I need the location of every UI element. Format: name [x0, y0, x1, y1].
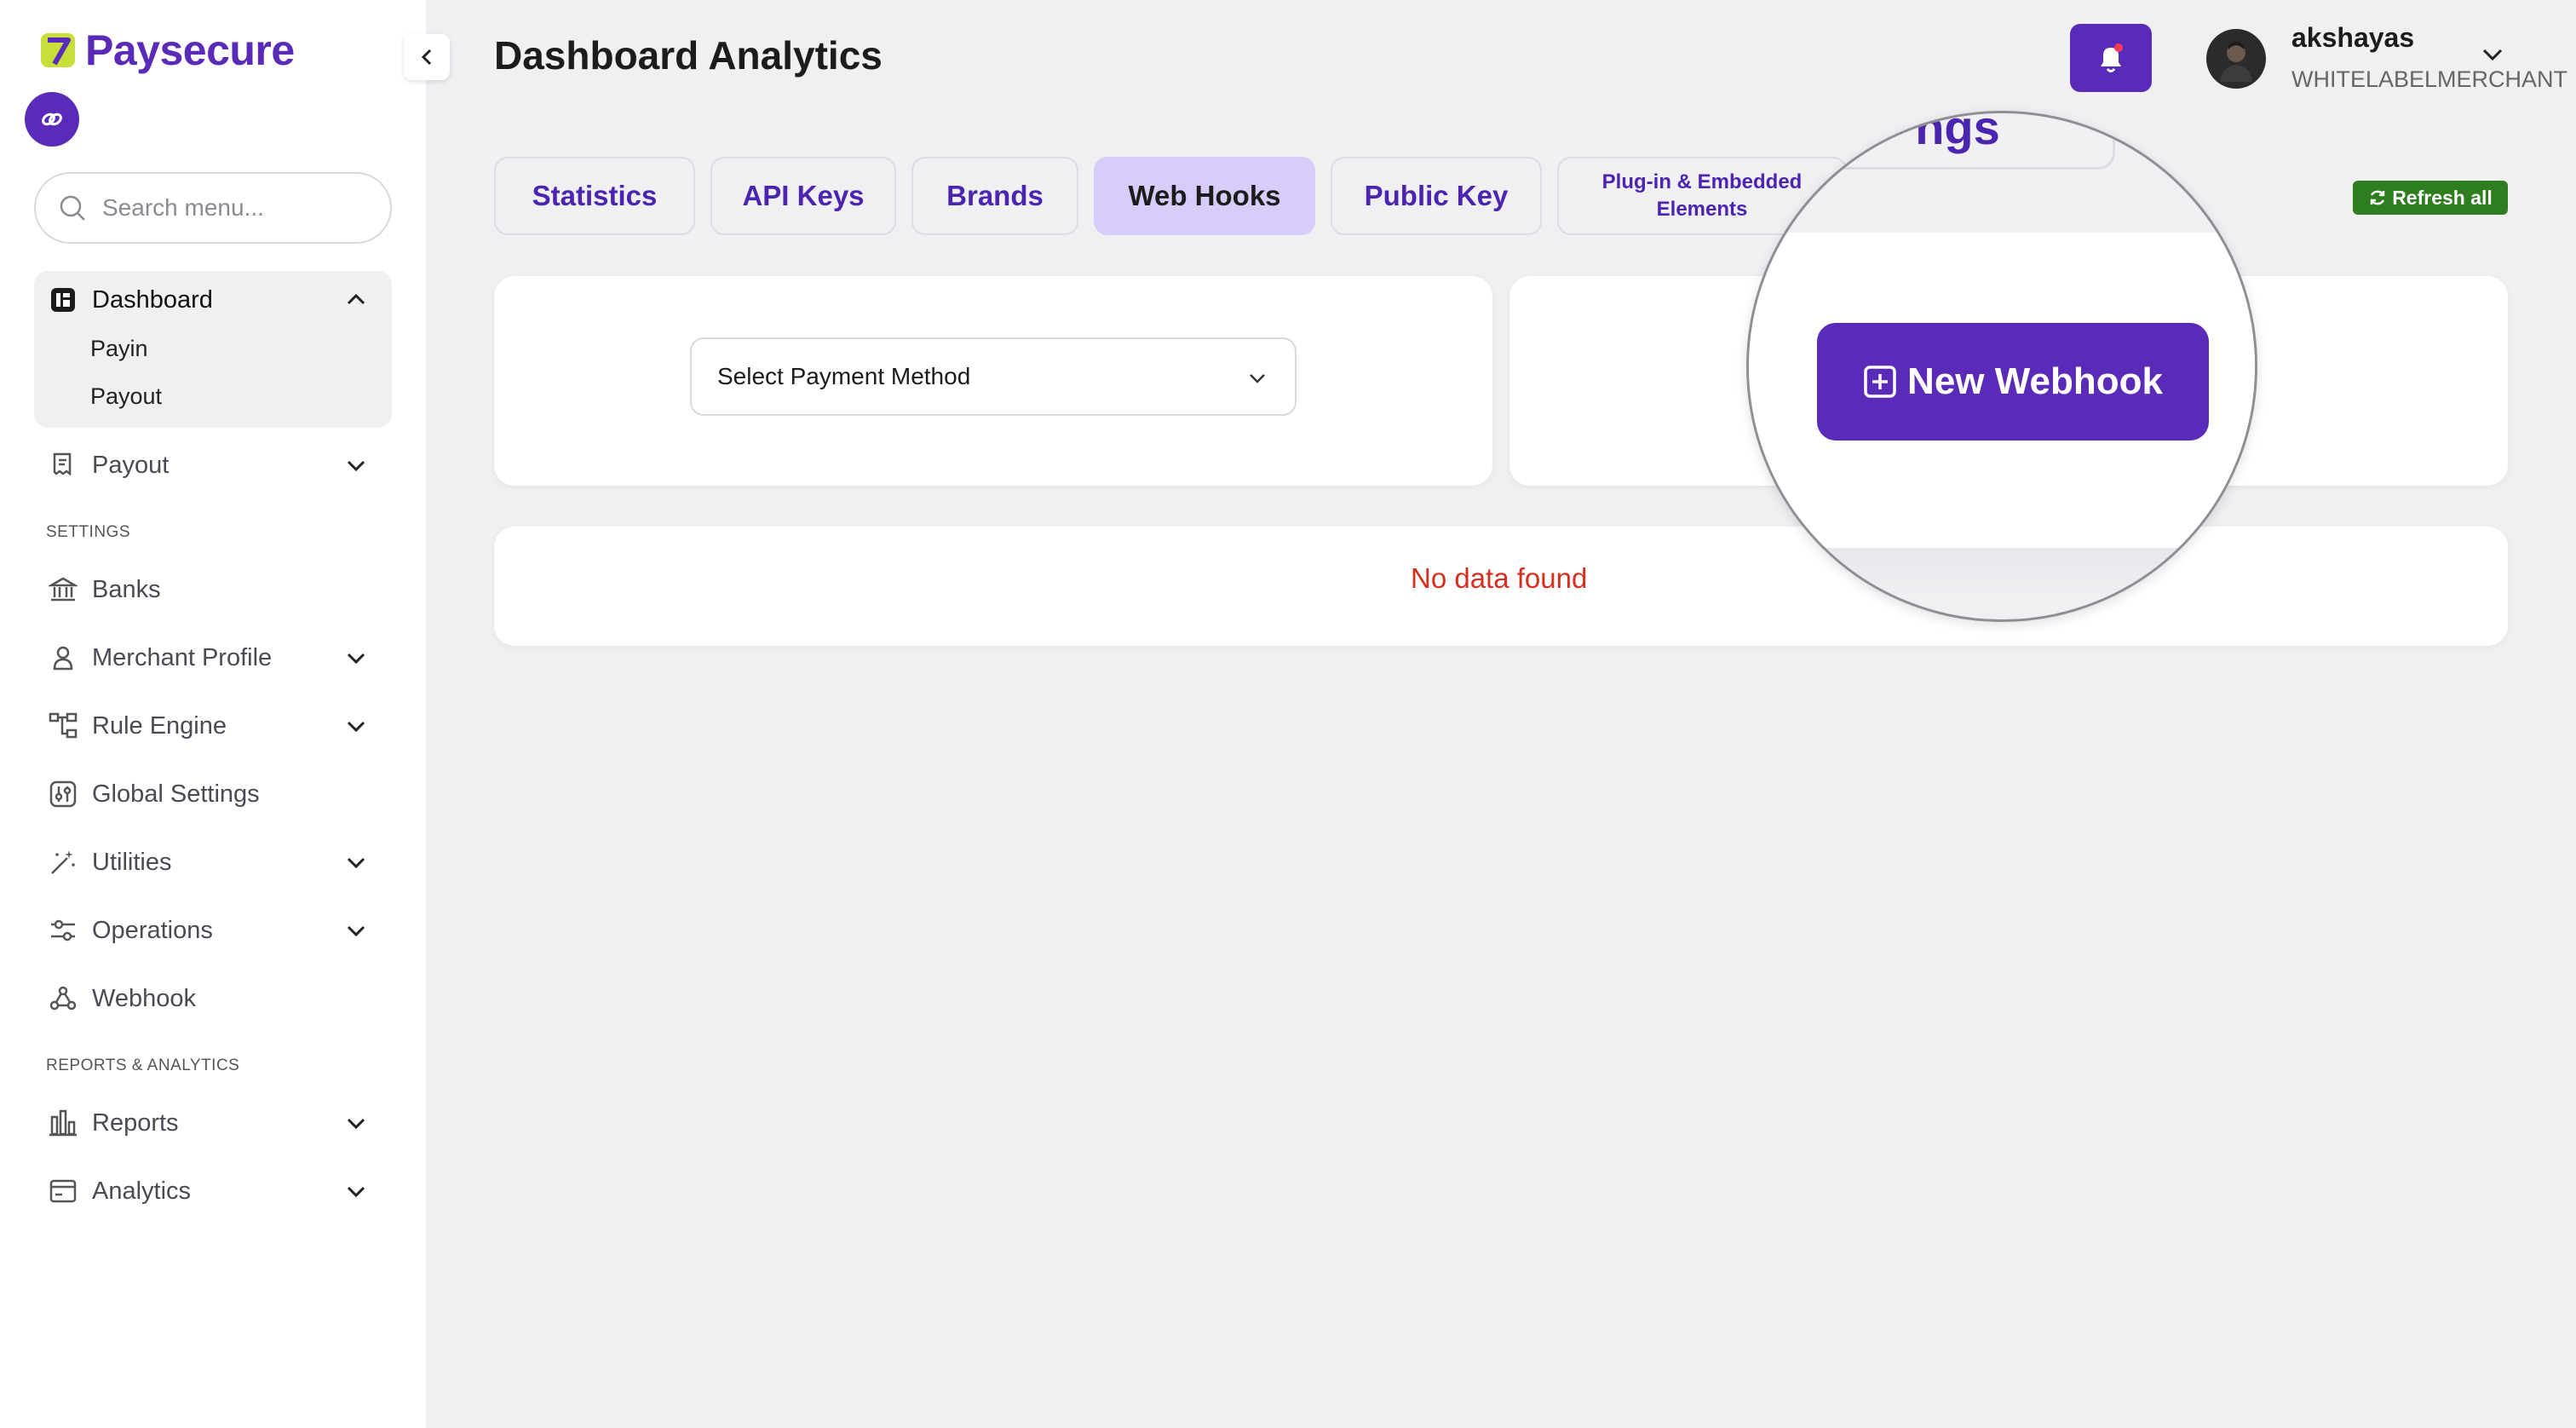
chevron-down-icon[interactable] [341, 450, 371, 481]
bell-icon [2101, 43, 2123, 72]
sidebar-item-analytics[interactable]: Analytics [48, 1166, 371, 1217]
sidebar-item-payout[interactable]: Payout [48, 440, 371, 491]
refresh-all-button[interactable]: Refresh all [2353, 181, 2508, 215]
new-webhook-button[interactable]: New Webhook [1817, 323, 2209, 440]
chevron-down-icon[interactable] [341, 1176, 371, 1206]
tab-brands[interactable]: Brands [911, 157, 1078, 235]
payment-method-value: Select Payment Method [717, 363, 971, 389]
search-icon [60, 195, 85, 221]
sidebar-item-label: Banks [92, 575, 161, 603]
search-box [34, 172, 392, 244]
reports-section-label: REPORTS & ANALYTICS [46, 1057, 240, 1074]
sidebar-subitem-payin[interactable]: Payin [90, 336, 148, 362]
bank-icon [48, 574, 78, 605]
empty-state-message: No data found [1411, 562, 1588, 594]
chevron-down-icon[interactable] [341, 642, 371, 673]
payment-method-select[interactable]: Select Payment Method [690, 337, 1297, 416]
card-icon [48, 1176, 78, 1206]
chevron-down-icon [1250, 374, 1265, 383]
chevron-down-icon[interactable] [341, 915, 371, 946]
chevron-left-icon [421, 49, 432, 66]
tab-public-key[interactable]: Public Key [1331, 157, 1542, 235]
chevron-down-icon[interactable] [341, 1108, 371, 1138]
link-icon [42, 112, 62, 126]
paysecure-logo-icon [41, 33, 75, 67]
sidebar-item-label: Dashboard [92, 285, 213, 314]
brand-name: Paysecure [85, 26, 295, 74]
settings-sliders-icon [48, 915, 78, 946]
tab-label-line1: Plug-in & Embedded [1601, 170, 1803, 193]
settings-section-label: SETTINGS [46, 523, 131, 541]
chevron-down-icon[interactable] [2477, 39, 2508, 70]
new-webhook-label: New Webhook [1907, 360, 2163, 402]
user-photo-icon [2220, 42, 2252, 82]
refresh-all-label: Refresh all [2392, 186, 2493, 209]
magnified-card-shadow [1749, 548, 2255, 599]
hierarchy-icon [48, 711, 78, 741]
user-icon [48, 642, 78, 673]
magnified-tab-fragment: ngs [1800, 113, 2115, 170]
tab-statistics[interactable]: Statistics [494, 157, 695, 235]
sidebar-item-utilities[interactable]: Utilities [48, 837, 371, 888]
chevron-down-icon[interactable] [341, 711, 371, 741]
link-button[interactable] [25, 92, 79, 147]
sidebar-item-label: Payout [92, 451, 170, 479]
sidebar-item-reports[interactable]: Reports [48, 1097, 371, 1149]
sidebar-item-label: Reports [92, 1108, 179, 1137]
search-input[interactable] [102, 194, 358, 222]
webhook-icon [48, 983, 78, 1014]
sidebar-item-merchant-profile[interactable]: Merchant Profile [48, 632, 371, 683]
sidebar-item-dashboard[interactable]: Dashboard [48, 274, 371, 325]
magic-wand-icon [48, 847, 78, 878]
user-name: akshayas [2291, 22, 2415, 53]
refresh-icon [2370, 190, 2385, 205]
sidebar-item-label: Merchant Profile [92, 643, 273, 671]
sidebar-item-banks[interactable]: Banks [48, 564, 371, 615]
brand-logo[interactable]: Paysecure [39, 26, 295, 75]
receipt-icon [48, 450, 78, 481]
tab-api-keys[interactable]: API Keys [710, 157, 896, 235]
sidebar-item-label: Rule Engine [92, 711, 227, 740]
magnifier-overlay: ngs New Webhook [1746, 111, 2257, 622]
sliders-icon [48, 779, 78, 809]
sidebar-item-operations[interactable]: Operations [48, 905, 371, 956]
avatar[interactable] [2206, 29, 2266, 89]
tab-label-line2: Elements [1656, 198, 1748, 221]
user-role: WHITELABELMERCHANT [2291, 66, 2568, 92]
sidebar-item-label: Webhook [92, 984, 196, 1012]
notifications-button[interactable] [2070, 24, 2152, 92]
tab-web-hooks[interactable]: Web Hooks [1094, 157, 1315, 235]
sidebar-item-label: Utilities [92, 848, 172, 876]
sidebar-item-label: Operations [92, 916, 213, 944]
sidebar: Paysecure Dashboard Payin Payout [0, 0, 426, 1428]
sidebar-item-global-settings[interactable]: Global Settings [48, 769, 371, 820]
chevron-down-icon[interactable] [341, 847, 371, 878]
sidebar-item-webhook[interactable]: Webhook [48, 973, 371, 1024]
chevron-up-icon[interactable] [341, 285, 371, 315]
sidebar-collapse-button[interactable] [404, 34, 450, 80]
dashboard-icon [48, 285, 78, 315]
sidebar-subitem-payout[interactable]: Payout [90, 383, 162, 410]
bar-chart-icon [48, 1108, 78, 1138]
page-title: Dashboard Analytics [494, 33, 883, 78]
sidebar-item-rule-engine[interactable]: Rule Engine [48, 700, 371, 751]
plus-square-icon [1864, 366, 1896, 398]
sidebar-item-label: Global Settings [92, 780, 260, 808]
sidebar-item-label: Analytics [92, 1177, 192, 1205]
